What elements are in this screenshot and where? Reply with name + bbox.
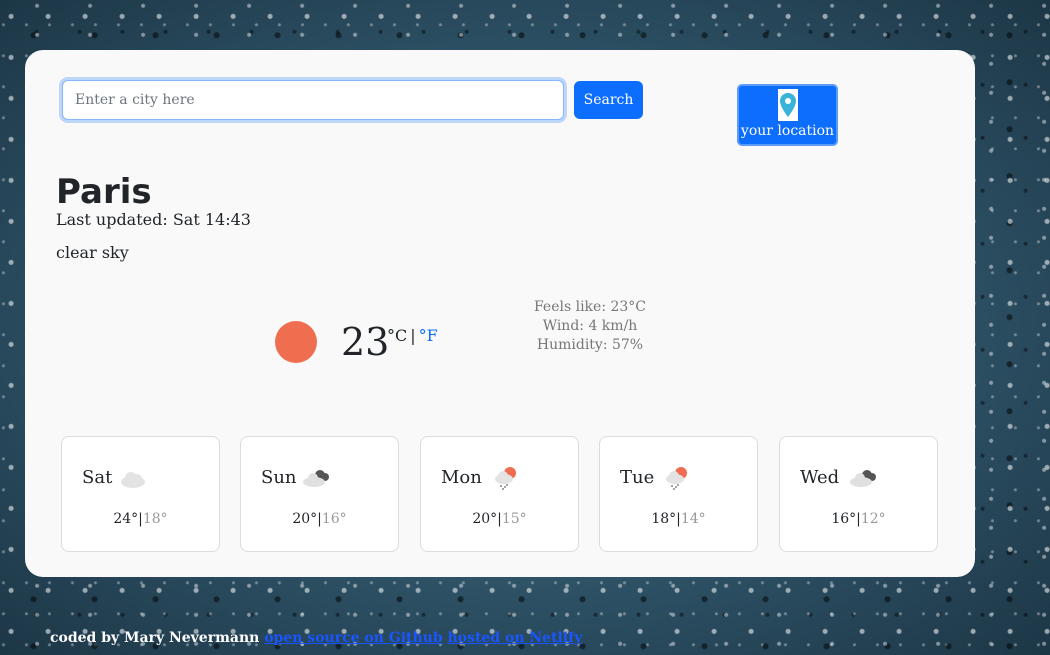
unit-separator: | (410, 326, 416, 345)
forecast-max: 16° (831, 511, 857, 527)
forecast-day: Sun 20°|16° (240, 436, 399, 552)
forecast-day-name: Sun (261, 467, 297, 488)
github-link[interactable]: open source on Github (264, 630, 442, 646)
forecast-temps: 16°|12° (780, 511, 937, 527)
forecast-temps: 20°|16° (241, 511, 398, 527)
forecast-row: Sat 24°|18° Sun 20°|16° Mon 20°|15° Tue … (61, 436, 938, 552)
weather-details: Feels like: 23°C Wind: 4 km/h Humidity: … (525, 298, 655, 355)
sun-rain-icon (495, 467, 516, 490)
forecast-day-name: Wed (800, 467, 840, 488)
forecast-day: Wed 16°|12° (779, 436, 938, 552)
feels-like: Feels like: 23°C (533, 299, 647, 315)
netlify-link[interactable]: hosted on Netlify (448, 630, 583, 646)
forecast-max: 18° (651, 511, 677, 527)
city-search-input[interactable] (62, 80, 564, 120)
forecast-temps: 20°|15° (421, 511, 578, 527)
forecast-day: Mon 20°|15° (420, 436, 579, 552)
sun-rain-icon (666, 467, 687, 490)
celsius-link[interactable]: °C (387, 326, 407, 345)
forecast-min: 12° (860, 511, 886, 527)
unit-toggle: °C | °F (387, 326, 438, 345)
last-updated: Last updated: Sat 14:43 (56, 210, 251, 229)
city-name: Paris (56, 172, 152, 212)
search-button[interactable]: Search (574, 81, 643, 119)
forecast-day: Tue 18°|14° (599, 436, 758, 552)
cloud-icon (121, 472, 145, 488)
broken-clouds-icon (303, 470, 329, 487)
forecast-max: 24° (113, 511, 139, 527)
forecast-min: 15° (501, 511, 527, 527)
forecast-max: 20° (292, 511, 318, 527)
map-pin-icon (777, 89, 798, 121)
forecast-min: 18° (142, 511, 168, 527)
your-location-button[interactable]: your location (737, 84, 838, 146)
forecast-temps: 18°|14° (600, 511, 757, 527)
sun-icon (275, 321, 317, 363)
fahrenheit-link[interactable]: °F (419, 326, 438, 345)
forecast-day: Sat 24°|18° (61, 436, 220, 552)
forecast-temps: 24°|18° (62, 511, 219, 527)
forecast-max: 20° (472, 511, 498, 527)
humidity: Humidity: 57% (536, 337, 644, 353)
footer-credit: coded by Mary Nevermann (50, 630, 265, 646)
wind: Wind: 4 km/h (542, 318, 638, 334)
current-temperature: 23 (341, 320, 390, 364)
broken-clouds-icon (850, 470, 876, 487)
forecast-day-name: Tue (620, 467, 655, 488)
forecast-min: 16° (321, 511, 347, 527)
your-location-label: your location (740, 123, 835, 139)
forecast-day-name: Mon (441, 467, 482, 488)
weather-description: clear sky (56, 243, 129, 262)
footer: coded by Mary Nevermann open source on G… (50, 630, 582, 646)
weather-card: Search your location Paris Last updated:… (25, 50, 975, 577)
forecast-day-name: Sat (82, 467, 113, 488)
forecast-min: 14° (680, 511, 706, 527)
